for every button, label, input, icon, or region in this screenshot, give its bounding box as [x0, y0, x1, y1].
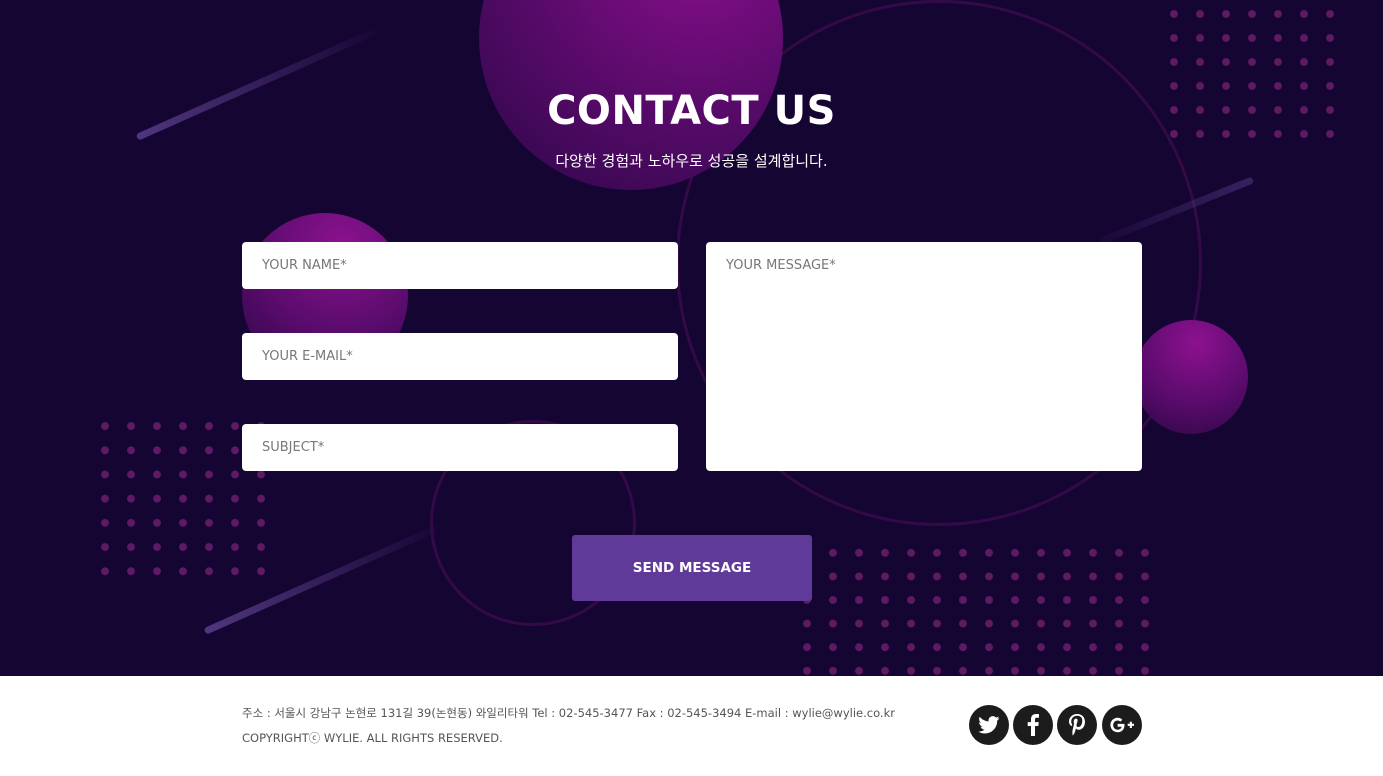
decorative-streak [1098, 176, 1255, 245]
twitter-link[interactable] [969, 705, 1009, 745]
footer-address: 주소 : 서울시 강남구 논현로 131길 39(논현동) 와일리타워 Tel … [242, 706, 895, 720]
google-plus-icon [1110, 717, 1134, 733]
section-subtitle: 다양한 경험과 노하우로 성공을 설계합니다. [555, 152, 828, 170]
contact-section: CONTACT US 다양한 경험과 노하우로 성공을 설계합니다. SEND … [0, 0, 1383, 676]
subject-input[interactable] [242, 424, 678, 471]
message-textarea[interactable] [706, 242, 1142, 471]
footer-copyright: COPYRIGHTⓒ WYLIE. ALL RIGHTS RESERVED. [242, 731, 503, 745]
google-plus-link[interactable] [1102, 705, 1142, 745]
email-input[interactable] [242, 333, 678, 380]
decorative-dot-grid [794, 541, 1158, 676]
section-title: CONTACT US [547, 88, 836, 134]
footer: 주소 : 서울시 강남구 논현로 131길 39(논현동) 와일리타워 Tel … [0, 676, 1383, 776]
facebook-link[interactable] [1013, 705, 1053, 745]
pinterest-icon [1069, 714, 1085, 736]
send-message-button[interactable]: SEND MESSAGE [572, 535, 812, 601]
facebook-icon [1027, 714, 1039, 736]
pinterest-link[interactable] [1057, 705, 1097, 745]
decorative-sphere [1134, 320, 1248, 434]
name-input[interactable] [242, 242, 678, 289]
twitter-icon [978, 716, 1000, 734]
